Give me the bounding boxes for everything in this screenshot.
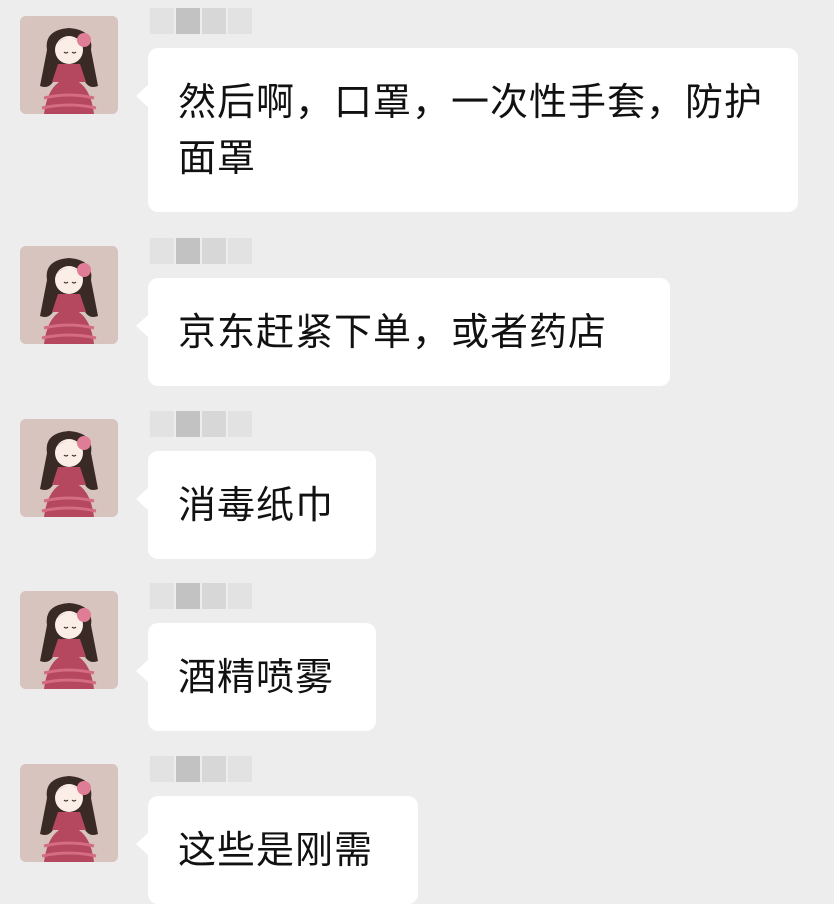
sender-name-blurred (150, 583, 252, 609)
avatar[interactable] (20, 419, 118, 517)
message-bubble[interactable]: 然后啊，口罩，一次性手套，防护面罩 (136, 48, 798, 212)
message-text: 这些是刚需 (178, 828, 374, 872)
message-text: 消毒纸巾 (178, 483, 335, 527)
sender-name-blurred (150, 756, 252, 782)
message-text: 然后啊，口罩，一次性手套，防护面罩 (178, 80, 764, 180)
girl-avatar-icon (20, 764, 118, 862)
sender-name-blurred (150, 8, 252, 34)
chat-window: 然后啊，口罩，一次性手套，防护面罩 京东赶紧下单，或者药店 消毒纸巾 酒精喷雾 … (0, 0, 834, 904)
message-bubble[interactable]: 消毒纸巾 (136, 451, 376, 559)
avatar[interactable] (20, 591, 118, 689)
girl-avatar-icon (20, 246, 118, 344)
avatar[interactable] (20, 764, 118, 862)
sender-name-blurred (150, 238, 252, 264)
message-bubble[interactable]: 酒精喷雾 (136, 623, 376, 731)
girl-avatar-icon (20, 591, 118, 689)
avatar[interactable] (20, 16, 118, 114)
message-text: 京东赶紧下单，或者药店 (178, 310, 608, 354)
message-bubble[interactable]: 这些是刚需 (136, 796, 418, 904)
girl-avatar-icon (20, 16, 118, 114)
sender-name-blurred (150, 411, 252, 437)
message-text: 酒精喷雾 (178, 655, 335, 699)
message-bubble[interactable]: 京东赶紧下单，或者药店 (136, 278, 670, 386)
avatar[interactable] (20, 246, 118, 344)
girl-avatar-icon (20, 419, 118, 517)
